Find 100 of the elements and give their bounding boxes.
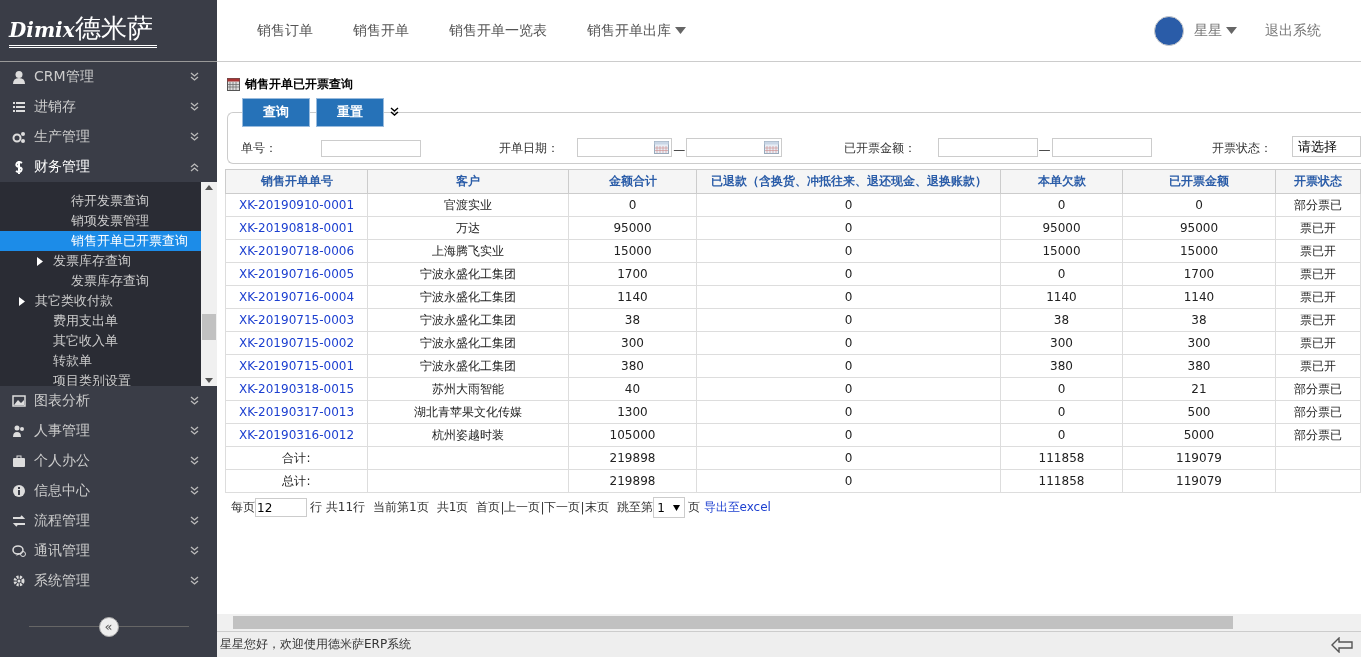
menu-icon <box>12 160 26 174</box>
menu-icon <box>12 514 26 528</box>
order-link[interactable]: XK-20190316-0012 <box>225 423 368 447</box>
column-header[interactable]: 金额合计 <box>568 169 697 194</box>
scroll-thumb[interactable] <box>202 314 216 340</box>
action-button[interactable]: 重置 <box>316 97 384 127</box>
submenu-item[interactable]: 转款单 <box>0 351 201 371</box>
order-link[interactable]: XK-20190318-0015 <box>225 377 368 401</box>
calendar-icon <box>227 77 240 91</box>
submenu-item[interactable]: 发票库存查询 <box>0 251 201 271</box>
menu-item[interactable]: 系统管理 <box>0 566 217 596</box>
table-cell: 38 <box>1122 308 1276 332</box>
submenu-item[interactable]: 其它收入单 <box>0 331 201 351</box>
page-size-field[interactable]: 12 <box>255 498 307 517</box>
scroll-down-icon[interactable] <box>205 378 213 383</box>
table-cell: 合计: <box>225 446 368 470</box>
amount-field[interactable] <box>1051 138 1152 157</box>
menu-item[interactable]: 通讯管理 <box>0 536 217 566</box>
order-link[interactable]: XK-20190716-0004 <box>225 285 368 309</box>
chevron-down-icon <box>190 72 199 82</box>
order-link[interactable]: XK-20190317-0013 <box>225 400 368 424</box>
order-link[interactable]: XK-20190716-0005 <box>225 262 368 286</box>
menu-icon <box>12 70 26 84</box>
table-cell: 官渡实业 <box>367 193 569 217</box>
table-cell: 111858 <box>1000 469 1123 493</box>
caret-down-icon <box>675 27 686 34</box>
scrollbar[interactable] <box>201 182 217 386</box>
table-cell: 宁波永盛化工集团 <box>367 285 569 309</box>
nav-link[interactable]: 销售订单 <box>257 21 313 40</box>
status-select[interactable]: 请选择 <box>1291 136 1361 157</box>
order-link[interactable]: XK-20190910-0001 <box>225 193 368 217</box>
submenu-item[interactable]: 销项发票管理 <box>0 211 201 231</box>
chevron-up-icon <box>190 162 199 172</box>
table-cell: 宁波永盛化工集团 <box>367 262 569 286</box>
user-menu[interactable]: 星星 <box>1194 21 1237 40</box>
export-link[interactable]: 导出至excel <box>703 499 771 516</box>
filter-label: 已开票金额： <box>843 140 916 157</box>
pager-text: 当前第1页 <box>373 499 429 516</box>
order-link[interactable]: XK-20190715-0003 <box>225 308 368 332</box>
date-field[interactable] <box>577 138 673 157</box>
amount-field[interactable] <box>937 138 1038 157</box>
menu-item[interactable]: 生产管理 <box>0 122 217 152</box>
table-cell: 杭州姿越时装 <box>367 423 569 447</box>
chevron-down-icon[interactable] <box>390 107 399 117</box>
column-header[interactable]: 已退款（含换货、冲抵往来、退还现金、退换账款） <box>696 169 1001 194</box>
menu-item[interactable]: 进销存 <box>0 92 217 122</box>
submenu-item[interactable]: 项目类别设置 <box>0 371 201 386</box>
table-cell: 119079 <box>1122 446 1276 470</box>
order-link[interactable]: XK-20190715-0001 <box>225 354 368 378</box>
menu-item[interactable]: 信息中心 <box>0 476 217 506</box>
pager-link[interactable]: 上一页 <box>504 499 541 516</box>
menu-icon <box>12 574 26 588</box>
column-header[interactable]: 本单欠款 <box>1000 169 1123 194</box>
menu-item[interactable]: 财务管理 <box>0 152 217 182</box>
pager-link[interactable]: 首页 <box>476 499 501 516</box>
table-cell: 111858 <box>1000 446 1123 470</box>
range-separator: — <box>1038 143 1051 157</box>
menu-item[interactable]: 流程管理 <box>0 506 217 536</box>
table-cell: 0 <box>696 308 1001 332</box>
page-select[interactable]: 1 <box>652 497 685 518</box>
calendar-icon[interactable] <box>763 141 779 154</box>
nav-link[interactable]: 销售开单一览表 <box>449 21 547 40</box>
date-field[interactable] <box>686 138 782 157</box>
scrollbar[interactable] <box>217 614 1361 631</box>
menu-item[interactable]: CRM管理 <box>0 62 217 92</box>
logout-link[interactable]: 退出系统 <box>1265 21 1321 40</box>
back-arrow-icon[interactable] <box>1331 636 1353 653</box>
menu-icon <box>12 544 26 558</box>
calendar-icon[interactable] <box>654 141 670 154</box>
caret-down-icon <box>1226 27 1237 34</box>
column-header[interactable]: 开票状态 <box>1275 169 1361 194</box>
collapse-button[interactable]: « <box>98 617 119 637</box>
submenu-item[interactable]: 销售开单已开票查询 <box>0 231 201 251</box>
submenu-item[interactable]: 发票库存查询 <box>0 271 201 291</box>
pager-link[interactable]: 末页 <box>584 499 609 516</box>
scroll-thumb[interactable] <box>233 616 1233 629</box>
pager-link[interactable]: 下一页 <box>544 499 581 516</box>
order-link[interactable]: XK-20190818-0001 <box>225 216 368 240</box>
column-header[interactable]: 销售开单单号 <box>225 169 368 194</box>
order-link[interactable]: XK-20190718-0006 <box>225 239 368 263</box>
nav-link[interactable]: 销售开单出库 <box>587 21 686 40</box>
action-button[interactable]: 查询 <box>242 97 310 127</box>
table-cell: 380 <box>1000 354 1123 378</box>
menu-item[interactable]: 人事管理 <box>0 416 217 446</box>
chevron-down-icon <box>190 396 199 406</box>
scroll-up-icon[interactable] <box>205 185 213 190</box>
submenu-item[interactable]: 费用支出单 <box>0 311 201 331</box>
nav-link[interactable]: 销售开单 <box>353 21 409 40</box>
order-number-field[interactable] <box>321 140 421 157</box>
filter-label: 单号： <box>241 140 277 157</box>
table-cell: 0 <box>1000 400 1123 424</box>
avatar[interactable] <box>1154 15 1184 46</box>
menu-item[interactable]: 个人办公 <box>0 446 217 476</box>
menu-item[interactable]: 图表分析 <box>0 386 217 416</box>
order-link[interactable]: XK-20190715-0002 <box>225 331 368 355</box>
submenu-item[interactable]: 待开发票查询 <box>0 191 201 211</box>
submenu-item[interactable]: 其它类收付款 <box>0 291 201 311</box>
column-header[interactable]: 已开票金额 <box>1122 169 1276 194</box>
table-cell: 219898 <box>568 446 697 470</box>
column-header[interactable]: 客户 <box>367 169 569 194</box>
